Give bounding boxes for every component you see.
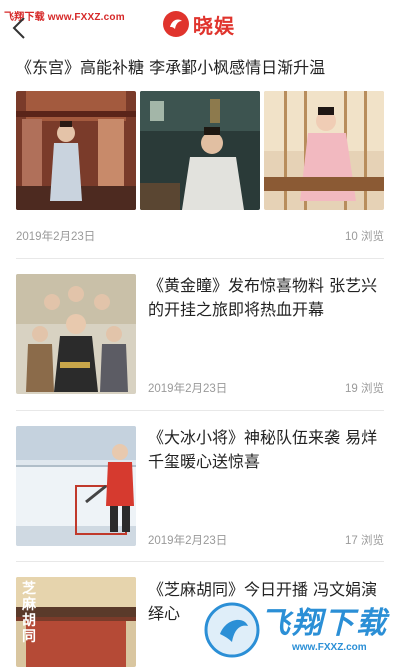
item-views: 17 浏览 [345, 535, 384, 547]
featured-views: 10 浏览 [345, 231, 384, 243]
item-views: 19 浏览 [345, 383, 384, 395]
item-date: 2019年2月23日 [148, 383, 228, 395]
app-logo: 晓娱 [163, 10, 235, 38]
app-header: 飞翔下载 www.FXXZ.com 晓娱 [0, 0, 400, 46]
watermark-url: www.FXXZ.com [292, 642, 367, 653]
featured-date: 2019年2月23日 [16, 231, 96, 243]
featured-image-1[interactable] [16, 91, 136, 210]
featured-image-3[interactable] [264, 91, 384, 210]
item-title[interactable]: 《黄金瞳》发布惊喜物料 张艺兴的开挂之旅即将热血开幕 [148, 274, 386, 322]
watermark-text: 飞翔下载 [260, 606, 388, 641]
item-thumbnail[interactable]: 芝麻胡同 [16, 577, 136, 667]
back-button[interactable] [10, 17, 36, 40]
item-date: 2019年2月23日 [148, 535, 228, 547]
item-thumbnail[interactable] [16, 274, 136, 394]
featured-image-row[interactable] [16, 91, 384, 210]
item-thumbnail[interactable] [16, 426, 136, 546]
watermark-logo-icon [204, 602, 260, 658]
divider [16, 561, 384, 562]
logo-text: 晓娱 [193, 13, 235, 38]
logo-mark-icon [163, 11, 189, 37]
featured-article-title[interactable]: 《东宫》高能补糖 李承鄞小枫感情日渐升温 [16, 56, 386, 80]
divider [16, 258, 384, 259]
item-title[interactable]: 《大冰小将》神秘队伍来袭 易烊千玺暖心送惊喜 [148, 426, 386, 474]
watermark-overlay: 飞翔下载 www.FXXZ.com [196, 596, 400, 667]
back-arrow-icon [12, 17, 25, 39]
featured-image-2[interactable] [140, 91, 260, 210]
thumbnail-caption: 芝麻胡同 [22, 581, 36, 645]
divider [16, 410, 384, 411]
